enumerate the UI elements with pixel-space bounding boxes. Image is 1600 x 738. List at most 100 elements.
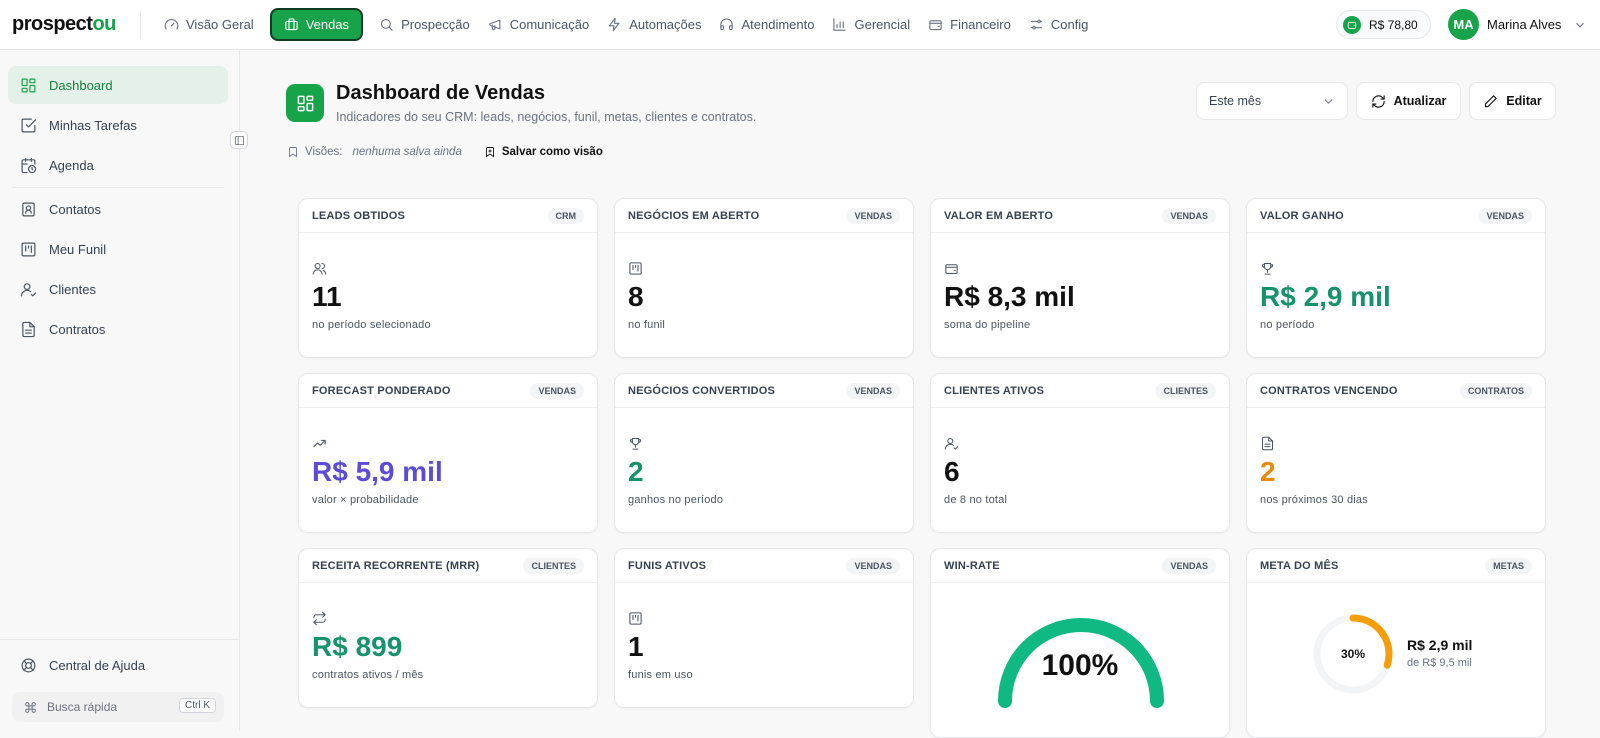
sidebar-item-label: Agenda: [49, 157, 94, 173]
kpi-card-win-rate[interactable]: WIN-RATE VENDAS 100%: [930, 548, 1230, 738]
views-empty-text: nenhuma salva ainda: [352, 146, 462, 158]
gauge-icon: [164, 19, 179, 30]
card-title: FORECAST PONDERADO: [312, 384, 451, 397]
kanban-icon: [629, 612, 642, 625]
kpi-card-converted[interactable]: NEGÓCIOS CONVERTIDOS VENDAS 2 ganhos no p…: [614, 373, 914, 533]
bookmark-icon: [289, 147, 297, 158]
wallet-icon: [945, 264, 958, 275]
user-check-icon: [944, 437, 959, 450]
card-value: R$ 8,3 mil: [944, 281, 1075, 312]
nav-label: Prospecção: [401, 17, 470, 32]
collapse-sidebar-button[interactable]: [230, 131, 248, 149]
nav-vendas[interactable]: Vendas: [269, 8, 364, 41]
page-title: Dashboard de Vendas: [336, 82, 545, 104]
sidebar-item-label: Contratos: [49, 321, 106, 337]
sidebar-item-help[interactable]: Central de Ajuda: [8, 646, 228, 684]
kpi-card-open-deals[interactable]: NEGÓCIOS EM ABERTO VENDAS 8 no funil: [614, 198, 914, 358]
kpi-card-active-clients[interactable]: CLIENTES ATIVOS CLIENTES 6 de 8 no total: [930, 373, 1230, 533]
ring-label: 30%: [1340, 647, 1366, 661]
card-tag: VENDAS: [1162, 207, 1216, 224]
kpi-card-won-value[interactable]: VALOR GANHO VENDAS R$ 2,9 mil no período: [1246, 198, 1546, 358]
sidebar-item-contratos[interactable]: Contratos: [8, 310, 228, 348]
nav-gerencial[interactable]: Gerencial: [824, 8, 918, 41]
card-tag: VENDAS: [846, 557, 900, 574]
nav-config[interactable]: Config: [1021, 8, 1097, 41]
quick-search[interactable]: Busca rápida Ctrl K: [12, 692, 224, 722]
card-value: R$ 2,9 mil: [1260, 281, 1391, 312]
nav-label: Gerencial: [854, 17, 911, 32]
briefcase-icon: [285, 18, 298, 31]
refresh-button[interactable]: Atualizar: [1356, 82, 1461, 120]
goal-summary: R$ 2,9 mil de R$ 9,5 mil: [1407, 637, 1472, 669]
period-select[interactable]: Este mês: [1196, 82, 1348, 120]
sidebar-item-label: Clientes: [49, 281, 96, 297]
sidebar-item-label: Minhas Tarefas: [49, 117, 137, 133]
sidebar-item-dashboard[interactable]: Dashboard: [8, 66, 228, 104]
save-view-label: Salvar como visão: [501, 146, 603, 158]
sidebar-item-clientes[interactable]: Clientes: [8, 270, 228, 308]
sidebar-item-contatos[interactable]: Contatos: [8, 190, 228, 228]
pencil-icon: [1485, 94, 1497, 107]
kpi-card-expiring-contracts[interactable]: CONTRATOS VENCENDO CONTRATOS 2 nos próxim…: [1246, 373, 1546, 533]
life-buoy-icon: [21, 658, 36, 672]
card-caption: contratos ativos / mês: [312, 669, 424, 681]
card-caption: soma do pipeline: [944, 319, 1031, 331]
kanban-icon: [629, 262, 642, 275]
sidebar-item-tarefas[interactable]: Minhas Tarefas: [8, 106, 228, 144]
avatar: MA: [1448, 9, 1479, 40]
chevron-down-icon: [1576, 22, 1585, 28]
kpi-card-monthly-goal[interactable]: META DO MÊS METAS 30% R$ 2,9 mil de R$ 9,…: [1246, 548, 1546, 738]
kpi-card-forecast[interactable]: FORECAST PONDERADO VENDAS R$ 5,9 mil valo…: [298, 373, 598, 533]
user-check-icon: [20, 282, 37, 296]
nav-comunicacao[interactable]: Comunicação: [480, 8, 598, 41]
nav-label: Financeiro: [950, 17, 1011, 32]
sidebar-item-meu-funil[interactable]: Meu Funil: [8, 230, 228, 268]
brand-logo[interactable]: prospectou: [12, 13, 116, 36]
sidebar-divider: [12, 187, 224, 188]
brand-divider: [140, 11, 141, 39]
card-value: 6: [944, 456, 960, 487]
file-text-icon: [1261, 436, 1274, 451]
nav-prospeccao[interactable]: Prospecção: [371, 8, 478, 41]
goal-value: R$ 2,9 mil: [1407, 637, 1473, 653]
nav-atendimento[interactable]: Atendimento: [711, 8, 822, 41]
nav-label: Comunicação: [509, 17, 590, 32]
save-view-button[interactable]: Salvar como visão: [484, 146, 603, 158]
card-tag: VENDAS: [846, 207, 900, 224]
card-tag: CONTRATOS: [1459, 382, 1532, 399]
nav-automacoes[interactable]: Automações: [599, 8, 709, 41]
kpi-card-mrr[interactable]: RECEITA RECORRENTE (MRR) CLIENTES R$ 899 …: [298, 548, 598, 708]
card-caption: nos próximos 30 dias: [1260, 494, 1368, 506]
card-title: CONTRATOS VENCENDO: [1260, 384, 1398, 397]
card-title: META DO MÊS: [1260, 559, 1339, 572]
kpi-card-leads[interactable]: LEADS OBTIDOS CRM 11 no período seleciona…: [298, 198, 598, 358]
goal-target: de R$ 9,5 mil: [1407, 657, 1472, 669]
kpi-card-active-funnels[interactable]: FUNIS ATIVOS VENDAS 1 funis em uso: [614, 548, 914, 708]
bookmark-plus-icon: [485, 147, 494, 158]
file-text-icon: [22, 321, 35, 337]
refresh-label: Atualizar: [1393, 94, 1447, 108]
nav-financeiro[interactable]: Financeiro: [920, 8, 1019, 41]
nav-visao-geral[interactable]: Visão Geral: [156, 8, 262, 41]
edit-button[interactable]: Editar: [1469, 82, 1556, 120]
dashboard-icon: [21, 78, 36, 92]
wallet-icon: [1343, 15, 1361, 34]
card-caption: no período selecionado: [312, 319, 431, 331]
card-tag: CLIENTES: [523, 557, 584, 574]
kpi-card-open-value[interactable]: VALOR EM ABERTO VENDAS R$ 8,3 mil soma do…: [930, 198, 1230, 358]
card-title: FUNIS ATIVOS: [628, 559, 707, 572]
balance-badge[interactable]: R$ 78,80: [1336, 10, 1431, 39]
card-tag: VENDAS: [1162, 557, 1216, 574]
card-caption: de 8 no total: [944, 494, 1008, 506]
search-icon: [381, 18, 393, 31]
contacts-icon: [22, 202, 35, 216]
card-caption: valor × probabilidade: [312, 494, 419, 506]
sidebar-item-label: Dashboard: [49, 77, 113, 93]
user-menu[interactable]: MA Marina Alves: [1448, 9, 1587, 40]
nav-label: Vendas: [305, 17, 350, 32]
sidebar-item-agenda[interactable]: Agenda: [8, 146, 228, 184]
card-value: 2: [628, 456, 644, 487]
main-nav: Visão Geral Vendas Prospecção Comunicaçã…: [156, 8, 1096, 41]
chevron-down-icon: [1324, 98, 1333, 104]
megaphone-icon: [489, 19, 501, 31]
